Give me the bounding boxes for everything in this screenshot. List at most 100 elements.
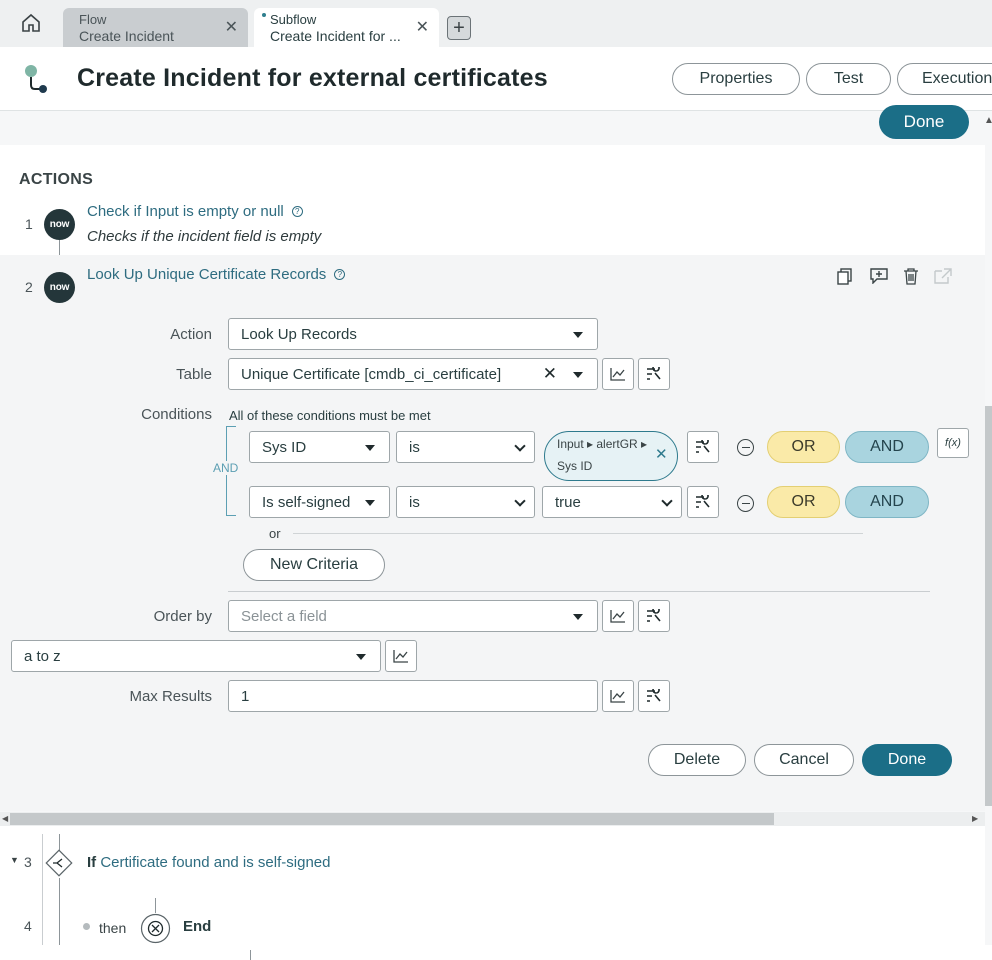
tab-flow[interactable]: Flow Create Incident ✕ bbox=[63, 8, 248, 47]
reference-picker-button[interactable] bbox=[687, 486, 719, 518]
done-button[interactable]: Done bbox=[862, 744, 952, 776]
reference-picker-button[interactable] bbox=[687, 431, 719, 463]
remove-condition-icon[interactable] bbox=[737, 495, 754, 512]
reference-picker-button[interactable] bbox=[638, 358, 670, 390]
tree-picker-icon bbox=[696, 440, 710, 453]
tree-picker-icon bbox=[696, 495, 710, 508]
test-button[interactable]: Test bbox=[806, 63, 891, 95]
step-title-link[interactable]: Look Up Unique Certificate Records bbox=[87, 266, 326, 283]
divider bbox=[293, 533, 863, 534]
and-button[interactable]: AND bbox=[845, 486, 929, 518]
table-label: Table bbox=[176, 366, 212, 383]
data-pill-picker-button[interactable] bbox=[602, 680, 634, 712]
home-button[interactable] bbox=[12, 8, 50, 38]
cancel-button[interactable]: Cancel bbox=[754, 744, 854, 776]
executions-button[interactable]: Executions bbox=[897, 63, 992, 95]
add-comment-icon[interactable] bbox=[870, 268, 888, 284]
chevron-down-icon bbox=[573, 614, 583, 620]
condition-field-select[interactable]: Sys ID bbox=[249, 431, 390, 463]
connector-line bbox=[59, 240, 60, 256]
condition-field-value: Is self-signed bbox=[262, 493, 351, 511]
chevron-down-icon bbox=[514, 495, 526, 507]
condition-operator-select[interactable]: is bbox=[396, 431, 535, 463]
scroll-up-icon[interactable]: ▲ bbox=[984, 115, 992, 126]
step-title[interactable]: Check if Input is empty or null? bbox=[87, 203, 303, 221]
step-title[interactable]: Look Up Unique Certificate Records? bbox=[87, 266, 346, 284]
order-by-label: Order by bbox=[153, 608, 212, 625]
step-subtitle: Checks if the incident field is empty bbox=[87, 228, 322, 245]
data-pill-picker-button[interactable] bbox=[385, 640, 417, 672]
data-pill-picker-button[interactable] bbox=[602, 600, 634, 632]
remove-condition-icon[interactable] bbox=[737, 439, 754, 456]
datapill-icon bbox=[610, 690, 625, 703]
and-button[interactable]: AND bbox=[845, 431, 929, 463]
home-icon bbox=[22, 13, 40, 32]
max-results-input[interactable]: 1 bbox=[228, 680, 598, 712]
condition-value-select[interactable]: true bbox=[542, 486, 682, 518]
max-results-value: 1 bbox=[241, 687, 250, 705]
scroll-left-icon[interactable]: ◀ bbox=[2, 814, 8, 823]
data-pill-value[interactable]: Input ▸ alertGR ▸ Sys ID ✕ bbox=[544, 431, 678, 481]
or-button[interactable]: OR bbox=[767, 486, 840, 518]
help-icon[interactable]: ? bbox=[334, 269, 346, 281]
scroll-right-icon[interactable]: ▶ bbox=[972, 814, 978, 823]
bullet-icon bbox=[83, 923, 90, 930]
trash-icon[interactable] bbox=[903, 267, 919, 285]
table-value: Unique Certificate [cmdb_ci_certificate] bbox=[241, 365, 502, 383]
properties-button[interactable]: Properties bbox=[672, 63, 800, 95]
help-icon[interactable]: ? bbox=[291, 206, 303, 218]
close-icon[interactable]: ✕ bbox=[225, 20, 238, 36]
clear-icon[interactable]: ✕ bbox=[543, 364, 557, 384]
data-pill-path: Input ▸ alertGR ▸ bbox=[557, 437, 648, 451]
if-condition-icon bbox=[45, 849, 73, 877]
tab-title: Create Incident bbox=[79, 28, 174, 44]
unsaved-dot-icon bbox=[262, 13, 266, 17]
action-select[interactable]: Look Up Records bbox=[228, 318, 598, 350]
sort-direction-select[interactable]: a to z bbox=[11, 640, 381, 672]
delete-button[interactable]: Delete bbox=[648, 744, 746, 776]
tab-subflow[interactable]: Subflow Create Incident for ... ✕ bbox=[254, 8, 439, 47]
condition-operator-value: is bbox=[409, 438, 420, 456]
condition-field-select[interactable]: Is self-signed bbox=[249, 486, 390, 518]
collapse-icon[interactable]: ▼ bbox=[10, 855, 19, 865]
reference-picker-button[interactable] bbox=[638, 600, 670, 632]
copy-icon[interactable] bbox=[837, 268, 853, 286]
chevron-down-icon bbox=[573, 372, 583, 378]
table-select[interactable]: Unique Certificate [cmdb_ci_certificate]… bbox=[228, 358, 598, 390]
tree-picker-icon bbox=[647, 367, 661, 380]
chevron-down-icon bbox=[356, 654, 366, 660]
actions-panel: ACTIONS 1 now Check if Input is empty or… bbox=[0, 145, 985, 811]
vertical-scrollbar[interactable] bbox=[985, 406, 992, 806]
condition-operator-value: is bbox=[409, 493, 420, 511]
horizontal-scrollbar[interactable]: ◀ ▶ bbox=[0, 812, 985, 826]
order-by-select[interactable]: Select a field bbox=[228, 600, 598, 632]
function-button[interactable]: f(x) bbox=[937, 428, 969, 458]
or-button[interactable]: OR bbox=[767, 431, 840, 463]
reference-picker-button[interactable] bbox=[638, 680, 670, 712]
condition-value: true bbox=[555, 493, 581, 511]
close-icon[interactable]: ✕ bbox=[416, 20, 429, 36]
new-criteria-button[interactable]: New Criteria bbox=[243, 549, 385, 581]
data-pill-picker-button[interactable] bbox=[602, 358, 634, 390]
chevron-down-icon bbox=[365, 445, 375, 451]
condition-field-value: Sys ID bbox=[262, 438, 307, 456]
scrollbar-thumb[interactable] bbox=[10, 813, 774, 825]
step-title-link[interactable]: Check if Input is empty or null bbox=[87, 203, 284, 220]
page-title: Create Incident for external certificate… bbox=[77, 64, 548, 92]
branch-line bbox=[42, 834, 43, 945]
if-condition-link[interactable]: Certificate found and is self-signed bbox=[100, 854, 330, 871]
done-button[interactable]: Done bbox=[879, 105, 969, 139]
action-label: Action bbox=[170, 326, 212, 343]
order-by-placeholder: Select a field bbox=[241, 607, 327, 625]
add-tab-button[interactable]: + bbox=[447, 16, 471, 40]
remove-pill-icon[interactable]: ✕ bbox=[655, 445, 668, 463]
now-badge-icon: now bbox=[44, 272, 75, 303]
connector-line bbox=[155, 898, 156, 913]
datapill-icon bbox=[393, 650, 408, 663]
if-step-title[interactable]: If Certificate found and is self-signed bbox=[87, 854, 330, 871]
connector-line bbox=[59, 878, 60, 945]
chevron-down-icon bbox=[365, 500, 375, 506]
condition-operator-select[interactable]: is bbox=[396, 486, 535, 518]
open-external-icon[interactable] bbox=[934, 268, 952, 284]
step-number: 4 bbox=[24, 918, 32, 934]
